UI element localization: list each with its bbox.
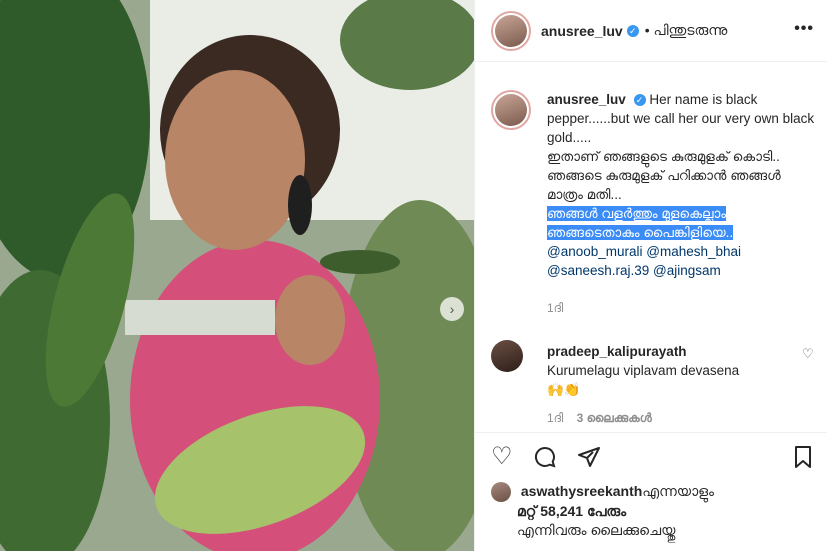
action-bar: ♡ (475, 432, 827, 485)
caption-avatar-ring[interactable] (491, 90, 531, 130)
post-header: anusree_luv ✓ • പിന്തുടരുന്നു ••• (475, 0, 827, 62)
comment-item: pradeep_kalipurayath Kurumelagu viplavam… (491, 340, 814, 425)
liker-suffix: എന്നയാളും (642, 483, 715, 499)
verified-badge-icon: ✓ (626, 24, 639, 37)
comment-time[interactable]: 1ദി (547, 411, 563, 425)
liker-avatar[interactable] (491, 482, 511, 503)
comment-emoji: 🙌👏 (547, 382, 581, 397)
comment-text: Kurumelagu viplavam devasena (547, 363, 740, 378)
avatar (495, 14, 527, 47)
caption-line-malayalam: ഇതാണ് ഞങ്ങളുടെ കുരുമുളക് കൊടി.. ഞങ്ങടെ ക… (547, 149, 781, 202)
comment-icon[interactable] (533, 445, 557, 474)
share-icon[interactable] (577, 445, 601, 474)
mention-link[interactable]: @saneesh.raj.39 (547, 263, 649, 278)
likes-summary: aswathysreekanthഎന്നയാളും മറ്റ് 58,241 പ… (491, 482, 821, 540)
next-image-button[interactable]: › (440, 297, 464, 321)
comment-like-heart-icon[interactable]: ♡ (802, 346, 814, 362)
mention-link[interactable]: @mahesh_bhai (646, 244, 741, 259)
caption-avatar (495, 94, 527, 126)
avatar-ring[interactable] (491, 10, 531, 51)
others-count[interactable]: മറ്റ് 58,241 പേരും (517, 503, 626, 519)
heart-icon[interactable]: ♡ (491, 445, 513, 469)
caption-highlighted-text: ഞങ്ങൾ വളർത്തും മുളകെല്ലാം ഞങ്ങടെതാകും പൈ… (547, 206, 734, 240)
post-username[interactable]: anusree_luv (541, 23, 623, 39)
more-options-icon[interactable]: ••• (794, 20, 814, 38)
comment-username[interactable]: pradeep_kalipurayath (547, 344, 687, 359)
verified-badge-icon: ✓ (633, 94, 646, 107)
mention-link[interactable]: @anoob_murali (547, 244, 643, 259)
caption-time[interactable]: 1ദി (547, 301, 563, 316)
mention-link[interactable]: @ajingsam (653, 263, 721, 278)
post-details-panel: anusree_luv ✓ • പിന്തുടരുന്നു ••• anusre… (474, 0, 827, 551)
photo-illustration (0, 0, 474, 551)
bookmark-icon[interactable] (791, 445, 815, 474)
comment-body: pradeep_kalipurayath Kurumelagu viplavam… (547, 342, 787, 399)
post-photo[interactable] (0, 0, 474, 551)
caption-username[interactable]: anusree_luv (547, 92, 626, 107)
following-label[interactable]: • പിന്തുടരുന്നു (645, 22, 728, 39)
chevron-right-icon: › (449, 301, 455, 317)
comment-meta: 1ദി 3 ലൈക്കുകൾ (547, 411, 652, 426)
liked-by-text: എന്നിവരും ലൈക്കുചെയ്തു (517, 522, 676, 539)
caption-text: anusree_luv ✓ Her name is black pepper..… (547, 90, 815, 280)
comment-likes[interactable]: 3 ലൈക്കുകൾ (577, 411, 652, 425)
liker-username[interactable]: aswathysreekanth (521, 483, 642, 499)
comment-avatar[interactable] (491, 340, 523, 372)
